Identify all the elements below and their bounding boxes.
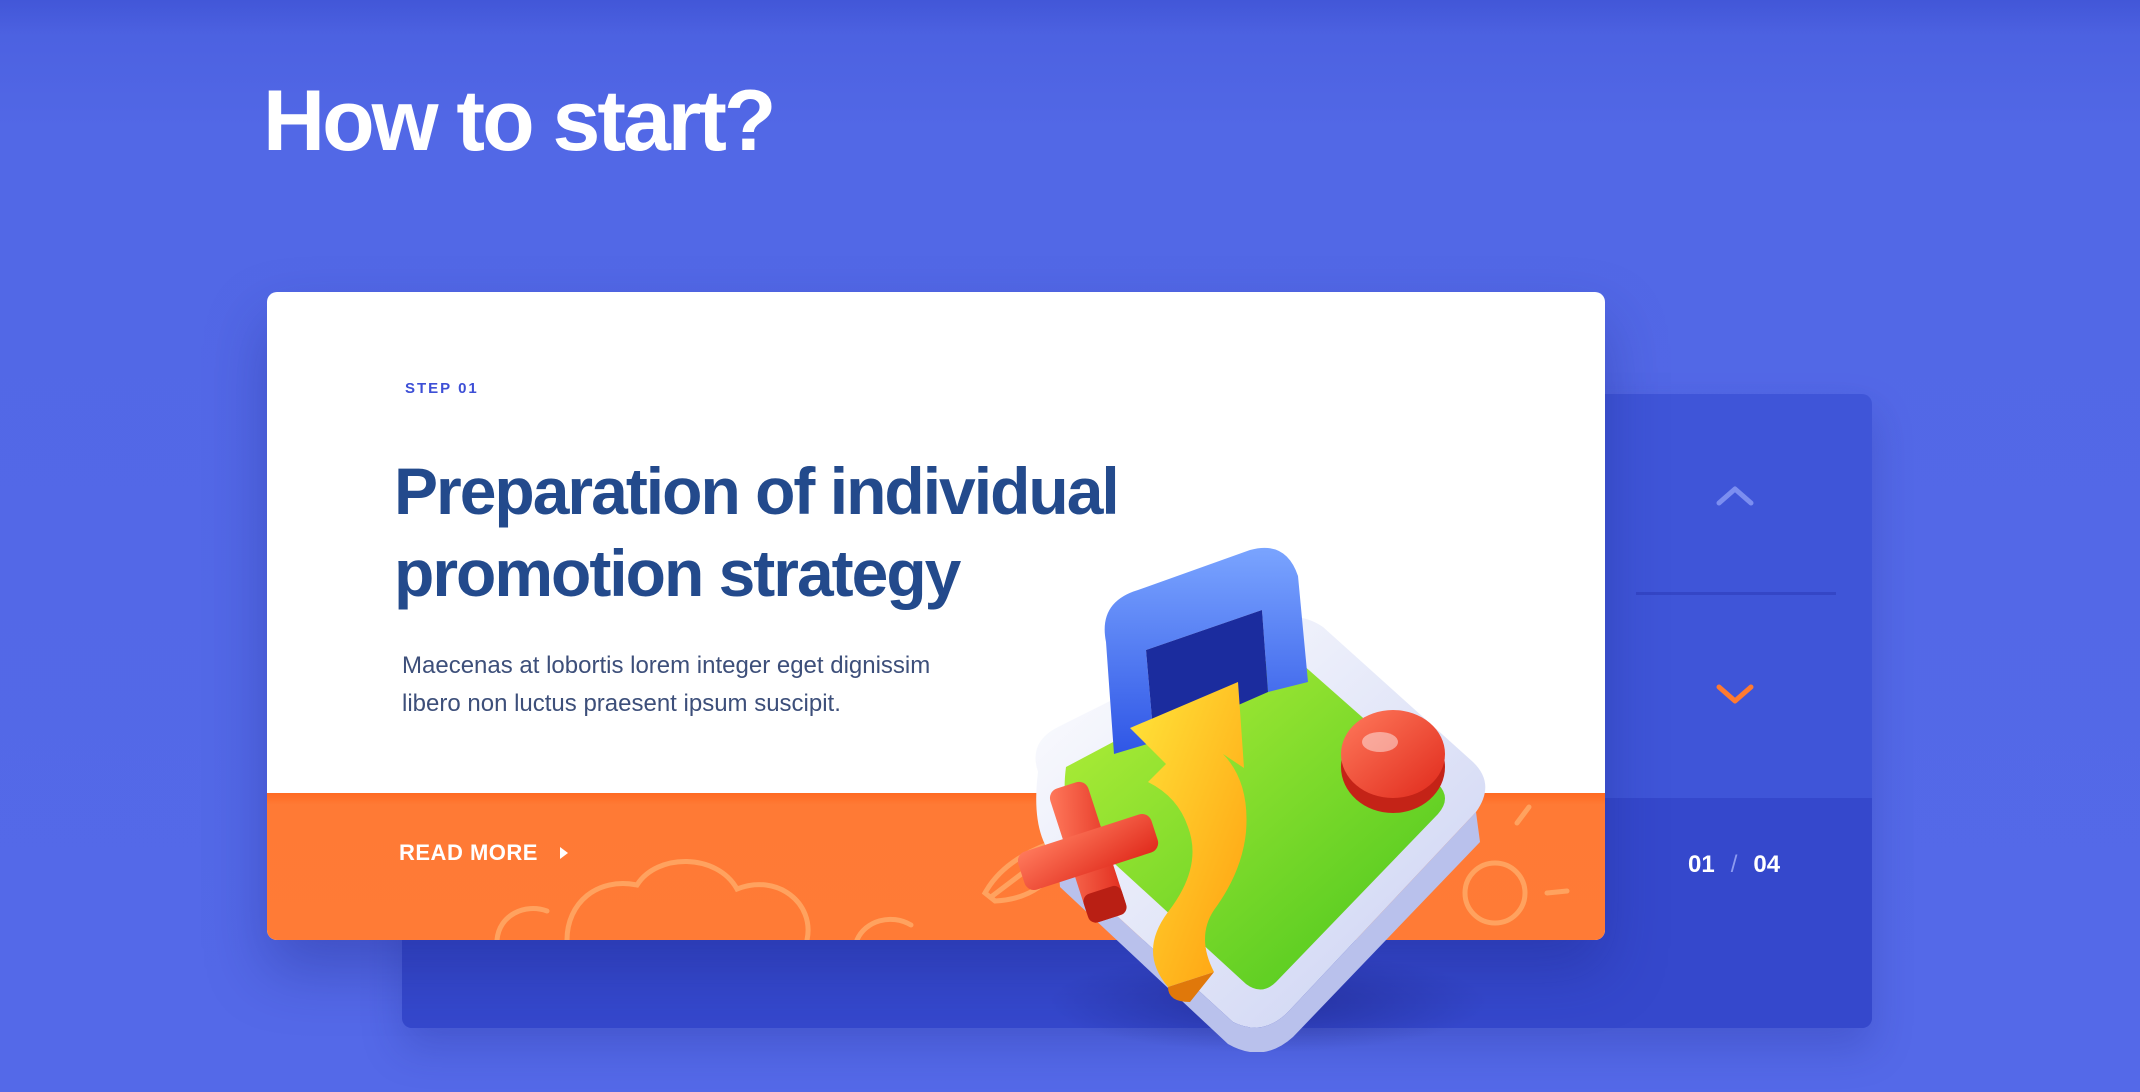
pager-separator: / (1730, 851, 1738, 878)
read-more-label: READ MORE (399, 840, 538, 865)
chevron-down-icon (1716, 684, 1754, 704)
step-title-line-2: promotion strategy (394, 536, 961, 610)
read-more-link[interactable]: READ MORE (399, 840, 568, 866)
step-description-line-1: Maecenas at lobortis lorem integer eget … (402, 652, 931, 679)
page-title: How to start? (263, 73, 776, 169)
previous-step-button[interactable] (1700, 460, 1770, 530)
strategy-board-illustration (1018, 547, 1488, 1052)
play-arrow-icon (559, 847, 568, 859)
step-pager: 01 / 04 (1688, 851, 1780, 879)
pager-total: 04 (1753, 851, 1781, 878)
pager-current: 01 (1688, 851, 1715, 878)
top-strip (0, 0, 2140, 34)
step-description-line-2: libero non luctus praesent ipsum suscipi… (402, 690, 841, 717)
nav-divider (1636, 592, 1836, 595)
next-step-button[interactable] (1700, 660, 1770, 730)
step-label: STEP 01 (405, 380, 479, 397)
step-title-line-1: Preparation of individual (394, 454, 1120, 528)
chevron-up-icon (1716, 486, 1754, 506)
step-description: Maecenas at lobortis lorem integer eget … (402, 647, 1022, 723)
